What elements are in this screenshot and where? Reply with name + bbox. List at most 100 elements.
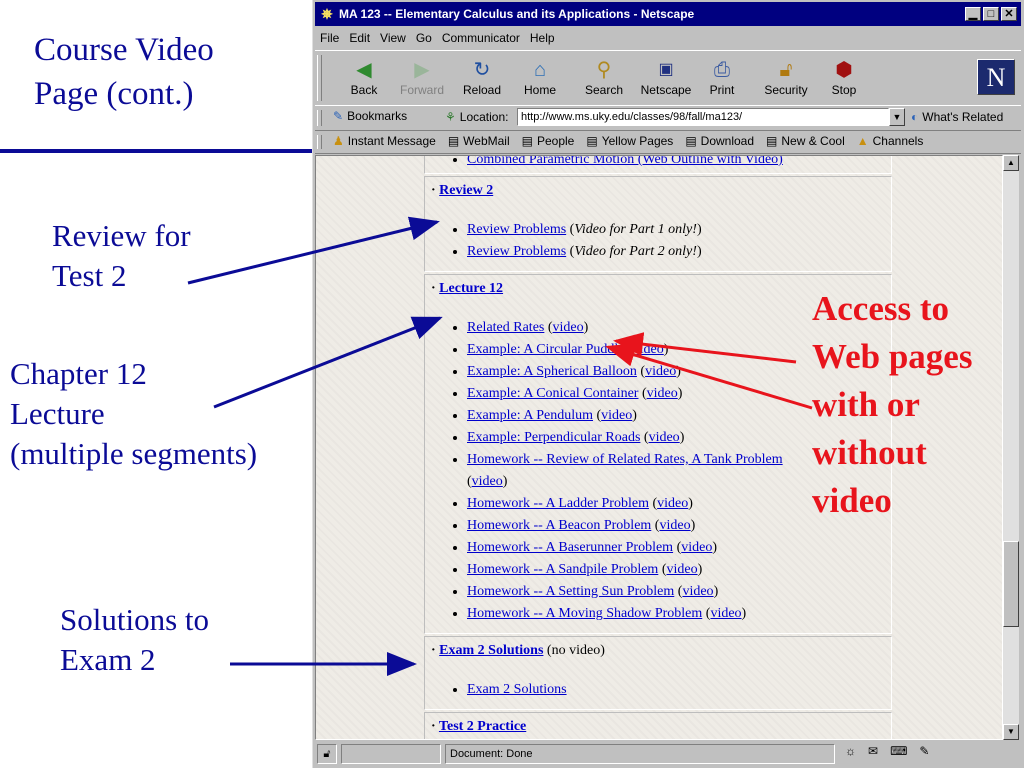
section-heading: · Exam 2 Solutions (no video)	[431, 643, 605, 658]
channels-link[interactable]: ▲ Channels	[857, 134, 924, 148]
no-video-note: (no video)	[546, 643, 605, 658]
new-and-cool-label: New & Cool	[781, 134, 845, 148]
lecture-topic-link[interactable]: Homework -- A Moving Shadow Problem	[467, 606, 702, 621]
mail-icon[interactable]: ✉	[868, 744, 878, 758]
back-button[interactable]: ◀ Back	[335, 57, 393, 101]
video-link[interactable]: video	[710, 606, 741, 621]
download-link[interactable]: ▤ Download	[685, 134, 754, 148]
discussions-icon[interactable]: ⌨	[890, 744, 907, 758]
menu-help[interactable]: Help	[525, 31, 560, 45]
location-dropdown-button[interactable]: ▼	[889, 108, 905, 126]
video-link[interactable]: video	[601, 408, 632, 423]
video-link[interactable]: video	[633, 342, 664, 357]
stop-button[interactable]: ⬢ Stop	[815, 57, 873, 101]
lecture-topic-link[interactable]: Homework -- Review of Related Rates, A T…	[467, 452, 783, 467]
review-problems-part-2-link[interactable]: Review Problems	[467, 244, 566, 259]
window-titlebar: ✵ MA 123 -- Elementary Calculus and its …	[315, 2, 1021, 26]
review-problems-part-1-link[interactable]: Review Problems	[467, 222, 566, 237]
lecture-topic-link[interactable]: Homework -- A Sandpile Problem	[467, 562, 658, 577]
menu-view[interactable]: View	[375, 31, 411, 45]
location-grip[interactable]	[317, 110, 322, 126]
scroll-up-button[interactable]: ▲	[1003, 155, 1019, 171]
lecture-12-heading-link[interactable]: Lecture 12	[439, 281, 503, 296]
bookmarks-label: Bookmarks	[347, 109, 408, 123]
netscape-button[interactable]: ▣ Netscape	[637, 57, 695, 101]
exam-2-solutions-heading-link[interactable]: Exam 2 Solutions	[439, 643, 543, 658]
people-link[interactable]: ▤ People	[522, 134, 575, 148]
home-button[interactable]: ⌂ Home	[511, 57, 569, 101]
bookmark-page-icon: ▤	[766, 134, 778, 148]
video-link[interactable]: video	[657, 496, 688, 511]
combined-parametric-motion-link[interactable]: Combined Parametric Motion (Web Outline …	[467, 156, 783, 167]
stop-icon: ⬢	[835, 59, 853, 81]
slide-title: Course Video Page (cont.)	[34, 32, 214, 112]
lecture-topic-link[interactable]: Homework -- A Setting Sun Problem	[467, 584, 674, 599]
navigator-icon[interactable]: ☼	[845, 744, 856, 758]
yellow-pages-link[interactable]: ▤ Yellow Pages	[586, 134, 673, 148]
video-link[interactable]: video	[666, 562, 697, 577]
section-test-2-practice: · Test 2 Practice	[424, 712, 892, 739]
menu-communicator[interactable]: Communicator	[437, 31, 525, 45]
slide-title-underline	[0, 149, 312, 153]
channels-label: Channels	[872, 134, 924, 148]
annotation-access-web-pages: Access to Web pages with or without vide…	[812, 289, 973, 520]
video-link[interactable]: video	[472, 474, 503, 489]
status-text: Document: Done	[445, 744, 835, 764]
menu-go[interactable]: Go	[411, 31, 437, 45]
scroll-thumb[interactable]	[1003, 541, 1019, 627]
lecture-topic-link[interactable]: Homework -- A Baserunner Problem	[467, 540, 673, 555]
close-button[interactable]: ✕	[1001, 7, 1017, 21]
video-link[interactable]: video	[645, 364, 676, 379]
instant-message-link[interactable]: ♟ Instant Message	[333, 134, 436, 148]
forward-arrow-icon: ▶	[414, 59, 430, 81]
location-url-input[interactable]	[517, 108, 889, 126]
bookmark-page-icon: ▤	[447, 134, 460, 148]
whats-related-label: What's Related	[922, 110, 1004, 124]
bookmarks-button[interactable]: ✎ Bookmarks	[333, 109, 407, 123]
whats-related-button[interactable]: ◐ What's Related	[911, 110, 1003, 124]
list-item: Homework -- A Setting Sun Problem (video…	[467, 581, 885, 603]
lecture-topic-link[interactable]: Example: A Spherical Balloon	[467, 364, 637, 379]
video-link[interactable]: video	[647, 386, 678, 401]
annotation-chapter-12-lecture: Chapter 12 Lecture (multiple segments)	[10, 356, 258, 471]
test-2-practice-heading-link[interactable]: Test 2 Practice	[439, 719, 526, 734]
video-link[interactable]: video	[649, 430, 680, 445]
component-bar: ☼ ✉ ⌨ ✎	[845, 744, 929, 758]
personal-grip[interactable]	[317, 135, 322, 149]
security-status-icon[interactable]: 🔓︎	[317, 744, 337, 764]
video-link[interactable]: video	[682, 584, 713, 599]
exam-2-solutions-link[interactable]: Exam 2 Solutions	[467, 682, 567, 697]
search-button[interactable]: ⚲ Search	[575, 57, 633, 101]
whats-related-icon: ◐	[911, 110, 919, 124]
lecture-topic-link[interactable]: Homework -- A Beacon Problem	[467, 518, 651, 533]
menu-file[interactable]: File	[315, 31, 344, 45]
vertical-scrollbar[interactable]: ▲ ▼	[1003, 155, 1019, 740]
lecture-topic-link[interactable]: Related Rates	[467, 320, 544, 335]
netscape-logo[interactable]: N	[977, 59, 1015, 95]
lecture-topic-link[interactable]: Example: A Circular Puddle	[467, 342, 624, 357]
webmail-link[interactable]: ▤ WebMail	[448, 134, 510, 148]
maximize-button[interactable]: □	[983, 7, 999, 21]
print-button[interactable]: ⎙ Print	[693, 57, 751, 101]
lecture-topic-link[interactable]: Example: A Pendulum	[467, 408, 593, 423]
toolbar-grip[interactable]	[317, 55, 322, 101]
section-review-2: · Review 2 Review Problems (Video for Pa…	[424, 176, 892, 272]
review-note: Video for Part 1 only!	[574, 222, 697, 237]
video-link[interactable]: video	[553, 320, 584, 335]
composer-icon[interactable]: ✎	[919, 744, 929, 758]
search-label: Search	[584, 83, 624, 97]
lecture-topic-link[interactable]: Example: A Conical Container	[467, 386, 638, 401]
scroll-down-button[interactable]: ▼	[1003, 724, 1019, 740]
video-link[interactable]: video	[681, 540, 712, 555]
review-2-heading-link[interactable]: Review 2	[439, 183, 493, 198]
minimize-button[interactable]: ▁	[965, 7, 981, 21]
security-button[interactable]: 🔓︎ Security	[757, 57, 815, 101]
personal-toolbar: ♟ Instant Message ▤ WebMail ▤ People ▤ Yello…	[315, 131, 1021, 154]
lecture-topic-link[interactable]: Homework -- A Ladder Problem	[467, 496, 649, 511]
forward-button[interactable]: ▶ Forward	[393, 57, 451, 101]
reload-button[interactable]: ↻ Reload	[453, 57, 511, 101]
lecture-topic-link[interactable]: Example: Perpendicular Roads	[467, 430, 640, 445]
video-link[interactable]: video	[659, 518, 690, 533]
menu-edit[interactable]: Edit	[344, 31, 375, 45]
new-and-cool-link[interactable]: ▤ New & Cool	[766, 134, 845, 148]
